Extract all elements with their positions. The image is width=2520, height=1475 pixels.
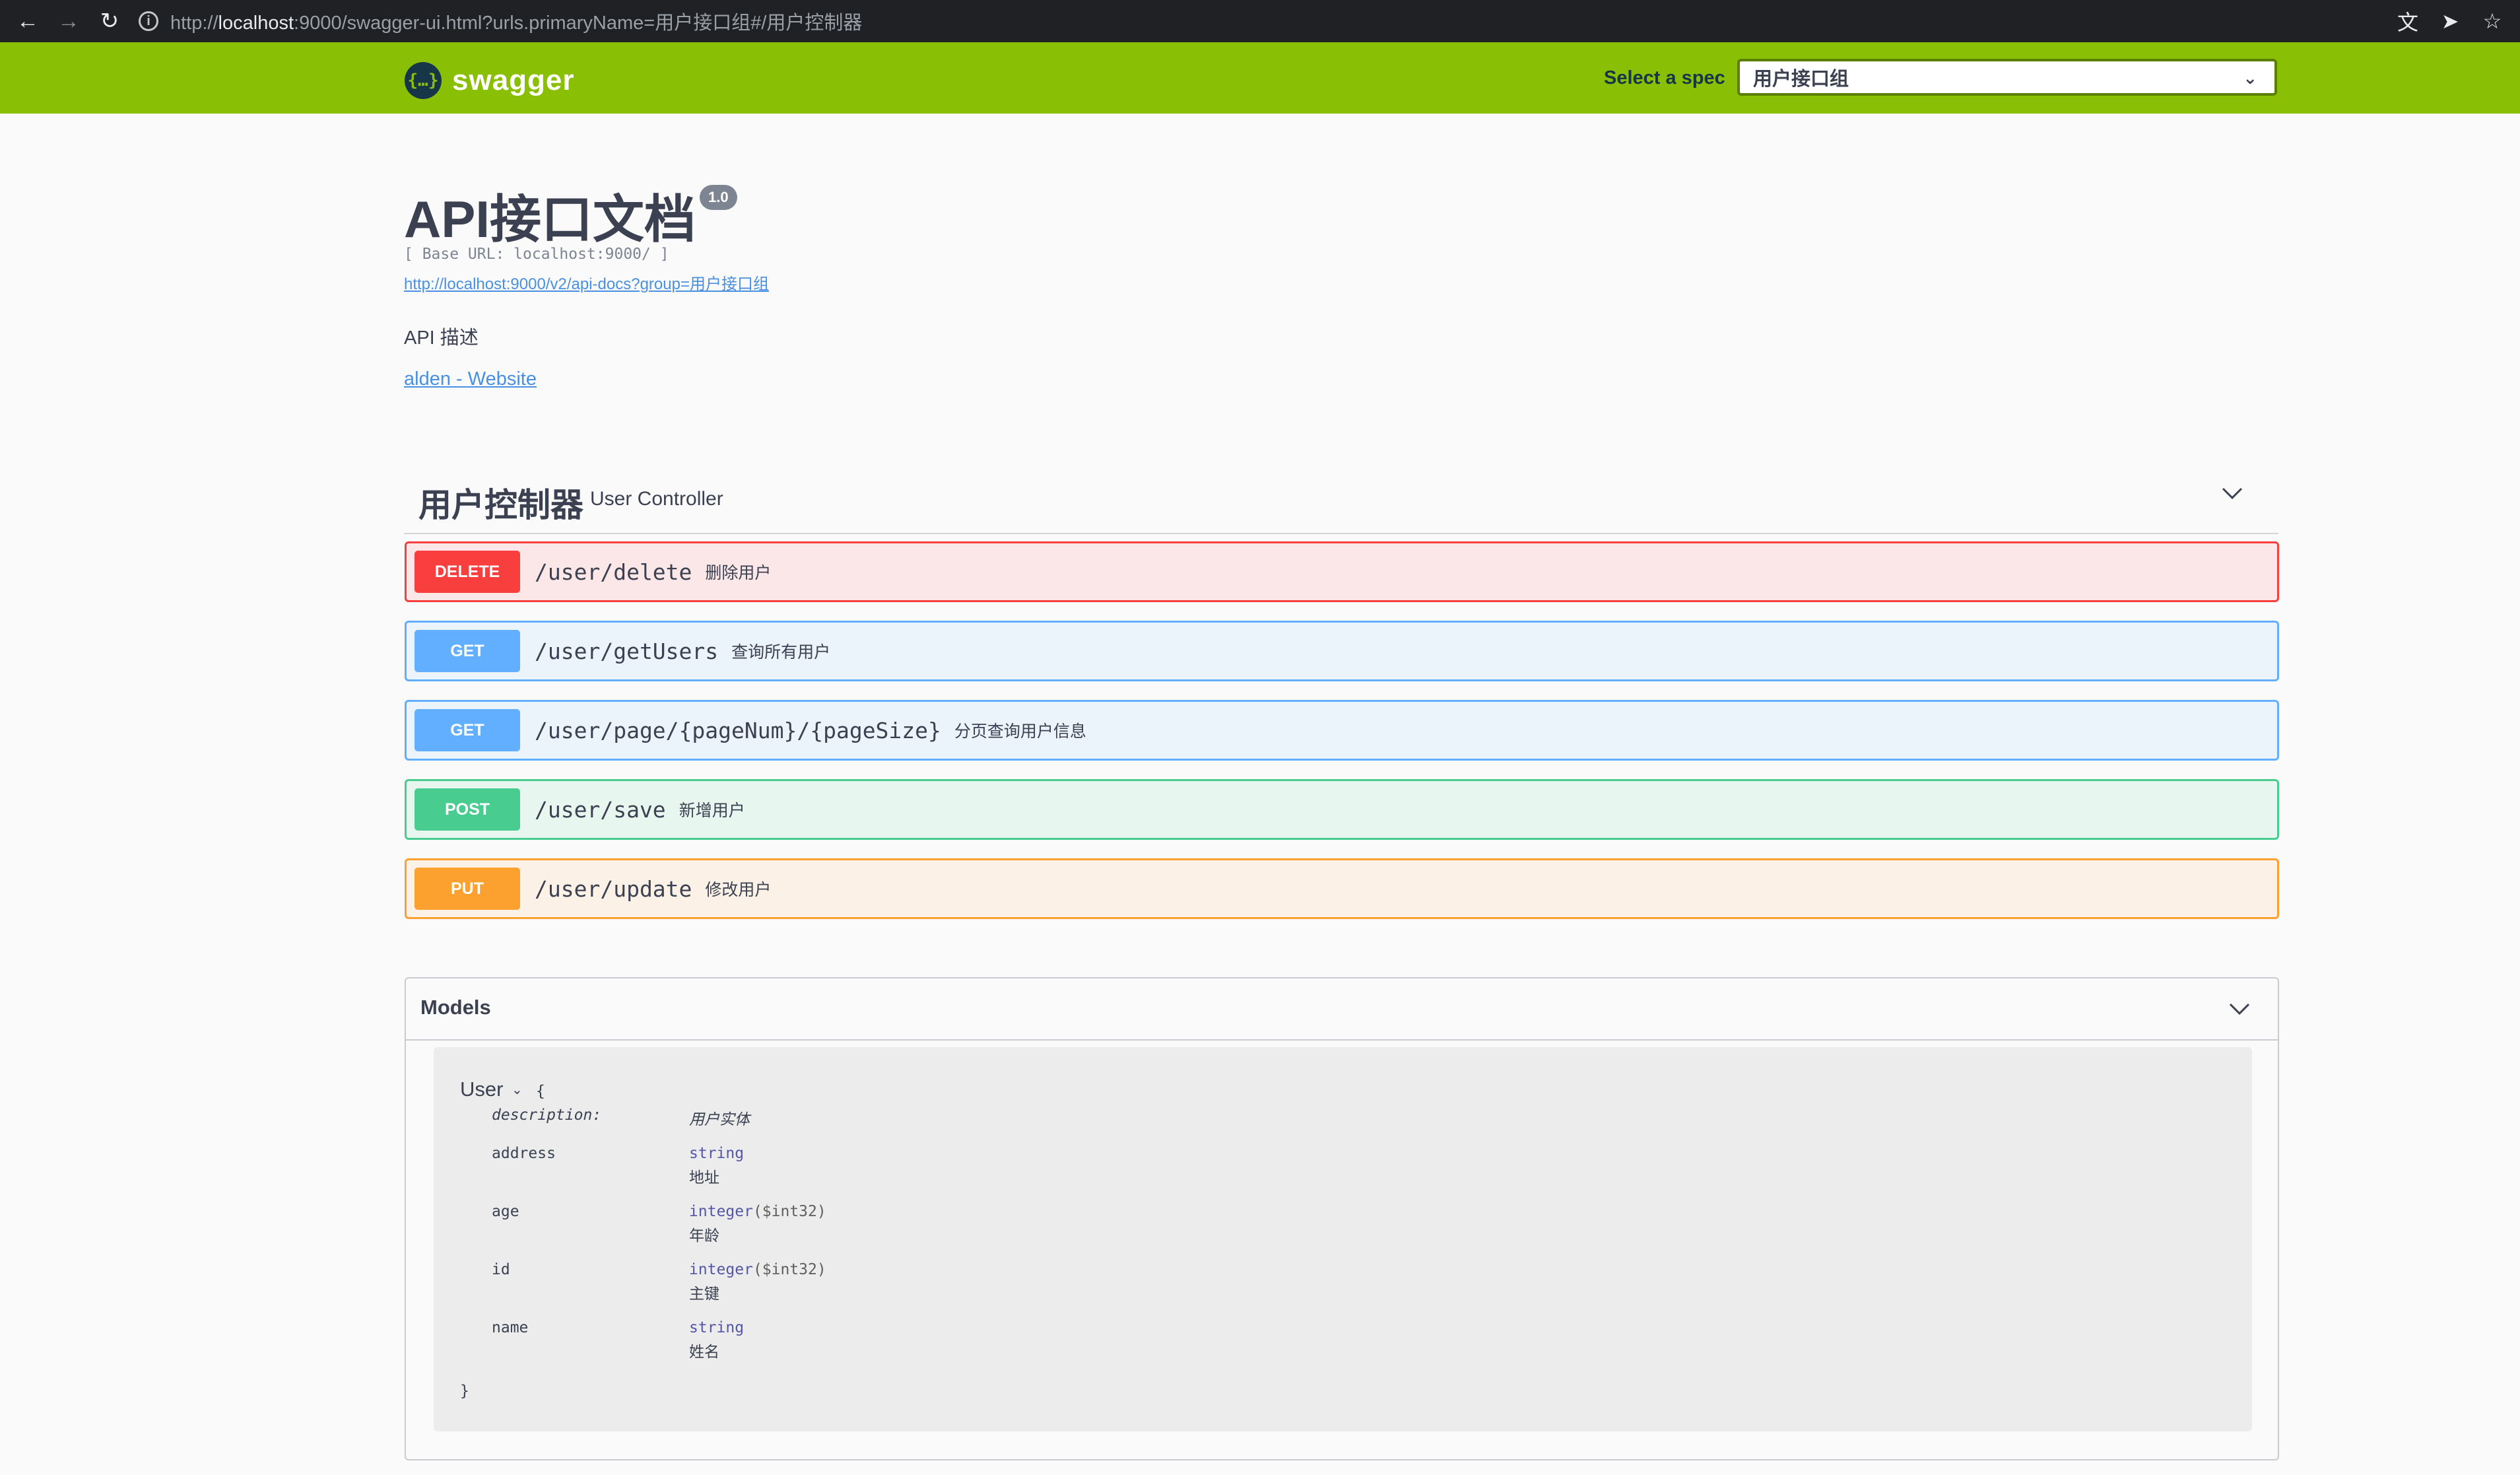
operation-path: /user/save xyxy=(535,796,666,823)
method-badge: PUT xyxy=(414,868,520,910)
model-description-key: description: xyxy=(492,1107,602,1124)
chevron-down-icon[interactable] xyxy=(2219,480,2245,506)
method-badge: DELETE xyxy=(414,551,520,593)
url-scheme: http:// xyxy=(170,13,218,34)
property-type: integer($int32) xyxy=(689,1203,826,1220)
operation-summary: 修改用户 xyxy=(705,881,772,899)
model-description-value: 用户实体 xyxy=(689,1111,750,1128)
base-url: [ Base URL: localhost:9000/ ] xyxy=(404,246,669,263)
model-name[interactable]: User xyxy=(460,1078,503,1101)
forward-button[interactable]: → xyxy=(53,5,84,37)
model-open-brace: { xyxy=(536,1083,545,1100)
operation-post-user-save[interactable]: POST /user/save 新增用户 xyxy=(405,779,2279,840)
method-badge: POST xyxy=(414,788,520,831)
operation-path: /user/page/{pageNum}/{pageSize} xyxy=(535,717,941,743)
reload-icon: ↻ xyxy=(100,9,119,34)
method-badge: GET xyxy=(414,630,520,672)
operation-get-user-page[interactable]: GET /user/page/{pageNum}/{pageSize} 分页查询… xyxy=(405,700,2279,761)
back-button[interactable]: ← xyxy=(12,5,44,37)
contact-website-link[interactable]: alden - Website xyxy=(404,368,537,390)
models-section: Models User ⌄ { description: 用户实体 addres… xyxy=(405,977,2279,1460)
info-icon[interactable]: i xyxy=(139,11,158,31)
swagger-logo[interactable]: {…} swagger xyxy=(405,62,575,99)
property-type: string xyxy=(689,1145,745,1162)
property-name: id xyxy=(492,1261,510,1278)
tag-section-header[interactable]: 用户控制器 User Controller xyxy=(404,465,2278,534)
operation-put-user-update[interactable]: PUT /user/update 修改用户 xyxy=(405,858,2279,919)
tag-name: 用户控制器 xyxy=(418,487,583,524)
property-description: 年龄 xyxy=(689,1227,719,1244)
api-title-text: API接口文档 xyxy=(404,190,696,248)
star-icon[interactable]: ☆ xyxy=(2478,5,2507,37)
models-title: Models xyxy=(420,996,491,1019)
operation-summary: 分页查询用户信息 xyxy=(954,722,1086,741)
method-badge: GET xyxy=(414,709,520,751)
property-description: 主键 xyxy=(689,1285,719,1302)
arrow-left-icon: ← xyxy=(17,8,39,34)
api-description: API 描述 xyxy=(404,327,479,349)
send-icon[interactable]: ➤ xyxy=(2436,5,2465,37)
property-type: integer($int32) xyxy=(689,1261,826,1278)
property-type: string xyxy=(689,1319,745,1336)
chevron-down-icon: ⌄ xyxy=(2243,68,2257,88)
version-badge: 1.0 xyxy=(700,185,737,210)
operation-path: /user/delete xyxy=(535,559,692,585)
tag-description: User Controller xyxy=(590,488,723,510)
operation-summary: 查询所有用户 xyxy=(731,643,831,662)
url-host: localhost xyxy=(218,13,294,34)
operation-delete-user[interactable]: DELETE /user/delete 删除用户 xyxy=(405,541,2279,602)
swagger-topbar: {…} swagger Select a spec 用户接口组 ⌄ xyxy=(0,42,2520,114)
api-title: API接口文档 1.0 xyxy=(404,178,737,252)
model-user: User ⌄ { description: 用户实体 address strin… xyxy=(434,1047,2252,1431)
browser-toolbar: ← → ↻ i http://localhost:9000/swagger-ui… xyxy=(0,0,2520,42)
property-description: 地址 xyxy=(689,1169,719,1186)
spec-select[interactable]: 用户接口组 ⌄ xyxy=(1737,59,2277,96)
swagger-logo-text: swagger xyxy=(452,64,575,96)
operation-summary: 删除用户 xyxy=(705,564,772,582)
property-name: name xyxy=(492,1319,529,1336)
operation-summary: 新增用户 xyxy=(679,802,745,820)
arrow-right-icon: → xyxy=(57,8,80,34)
operation-get-users[interactable]: GET /user/getUsers 查询所有用户 xyxy=(405,621,2279,681)
address-bar[interactable]: http://localhost:9000/swagger-ui.html?ur… xyxy=(170,7,862,35)
operation-path: /user/getUsers xyxy=(535,638,719,664)
property-name: age xyxy=(492,1203,519,1220)
translate-icon[interactable]: 文 xyxy=(2393,5,2422,37)
url-rest: :9000/swagger-ui.html?urls.primaryName=用… xyxy=(294,13,863,34)
property-description: 姓名 xyxy=(689,1343,719,1360)
models-header[interactable]: Models xyxy=(406,978,2278,1041)
property-name: address xyxy=(492,1145,556,1162)
chevron-down-icon[interactable]: ⌄ xyxy=(512,1081,523,1098)
api-docs-link[interactable]: http://localhost:9000/v2/api-docs?group=… xyxy=(404,271,769,294)
spec-selected-value: 用户接口组 xyxy=(1753,69,1849,90)
reload-button[interactable]: ↻ xyxy=(94,5,125,37)
swagger-logo-icon: {…} xyxy=(405,62,442,99)
chevron-down-icon[interactable] xyxy=(2226,996,2253,1022)
operation-path: /user/update xyxy=(535,875,692,902)
spec-label: Select a spec xyxy=(1604,67,1725,88)
model-close-brace: } xyxy=(460,1383,469,1400)
